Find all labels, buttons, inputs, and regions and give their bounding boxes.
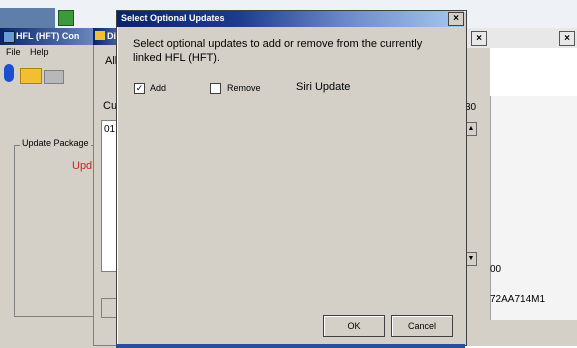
right-header-area [490, 48, 577, 96]
middle-window-title: Di [107, 31, 116, 41]
current-label: Cu [103, 100, 118, 112]
add-checkbox[interactable]: ✓ [134, 83, 145, 94]
folder-icon [95, 31, 105, 40]
remove-checkbox[interactable] [210, 83, 221, 94]
right-label-code: 72AA714M1 [490, 294, 546, 305]
menu-help[interactable]: Help [30, 47, 49, 57]
update-name: Siri Update [296, 81, 351, 93]
cancel-button[interactable]: Cancel [391, 315, 453, 337]
open-folder-icon[interactable] [20, 68, 42, 84]
close-icon[interactable]: × [471, 31, 487, 46]
update-status-text: Upd [72, 160, 93, 172]
add-checkbox-label[interactable]: Add [150, 83, 166, 93]
update-package-label: Update Package [20, 138, 91, 148]
excel-icon[interactable] [58, 10, 74, 26]
dialog-close-button[interactable]: × [448, 12, 464, 26]
dialog-instruction: Select optional updates to add or remove… [133, 38, 423, 64]
app-icon [3, 31, 15, 43]
screen: { "background": { "right_top_text": "", … [0, 0, 577, 348]
remove-checkbox-label[interactable]: Remove [227, 83, 261, 93]
menu-file[interactable]: File [6, 47, 21, 57]
bluetooth-icon[interactable] [4, 64, 14, 82]
hfl-config-title: HFL (HFT) Con [16, 31, 80, 41]
right-label-00: 00 [490, 264, 502, 275]
right-pane [490, 96, 577, 320]
list-item[interactable]: 01 [104, 124, 115, 135]
close-icon[interactable]: × [559, 31, 575, 46]
drive-icon[interactable] [44, 70, 64, 84]
desktop-area [0, 8, 55, 30]
ok-button[interactable]: OK [323, 315, 385, 337]
taskbar-strip [116, 344, 465, 348]
dialog-title: Select Optional Updates [121, 13, 225, 23]
